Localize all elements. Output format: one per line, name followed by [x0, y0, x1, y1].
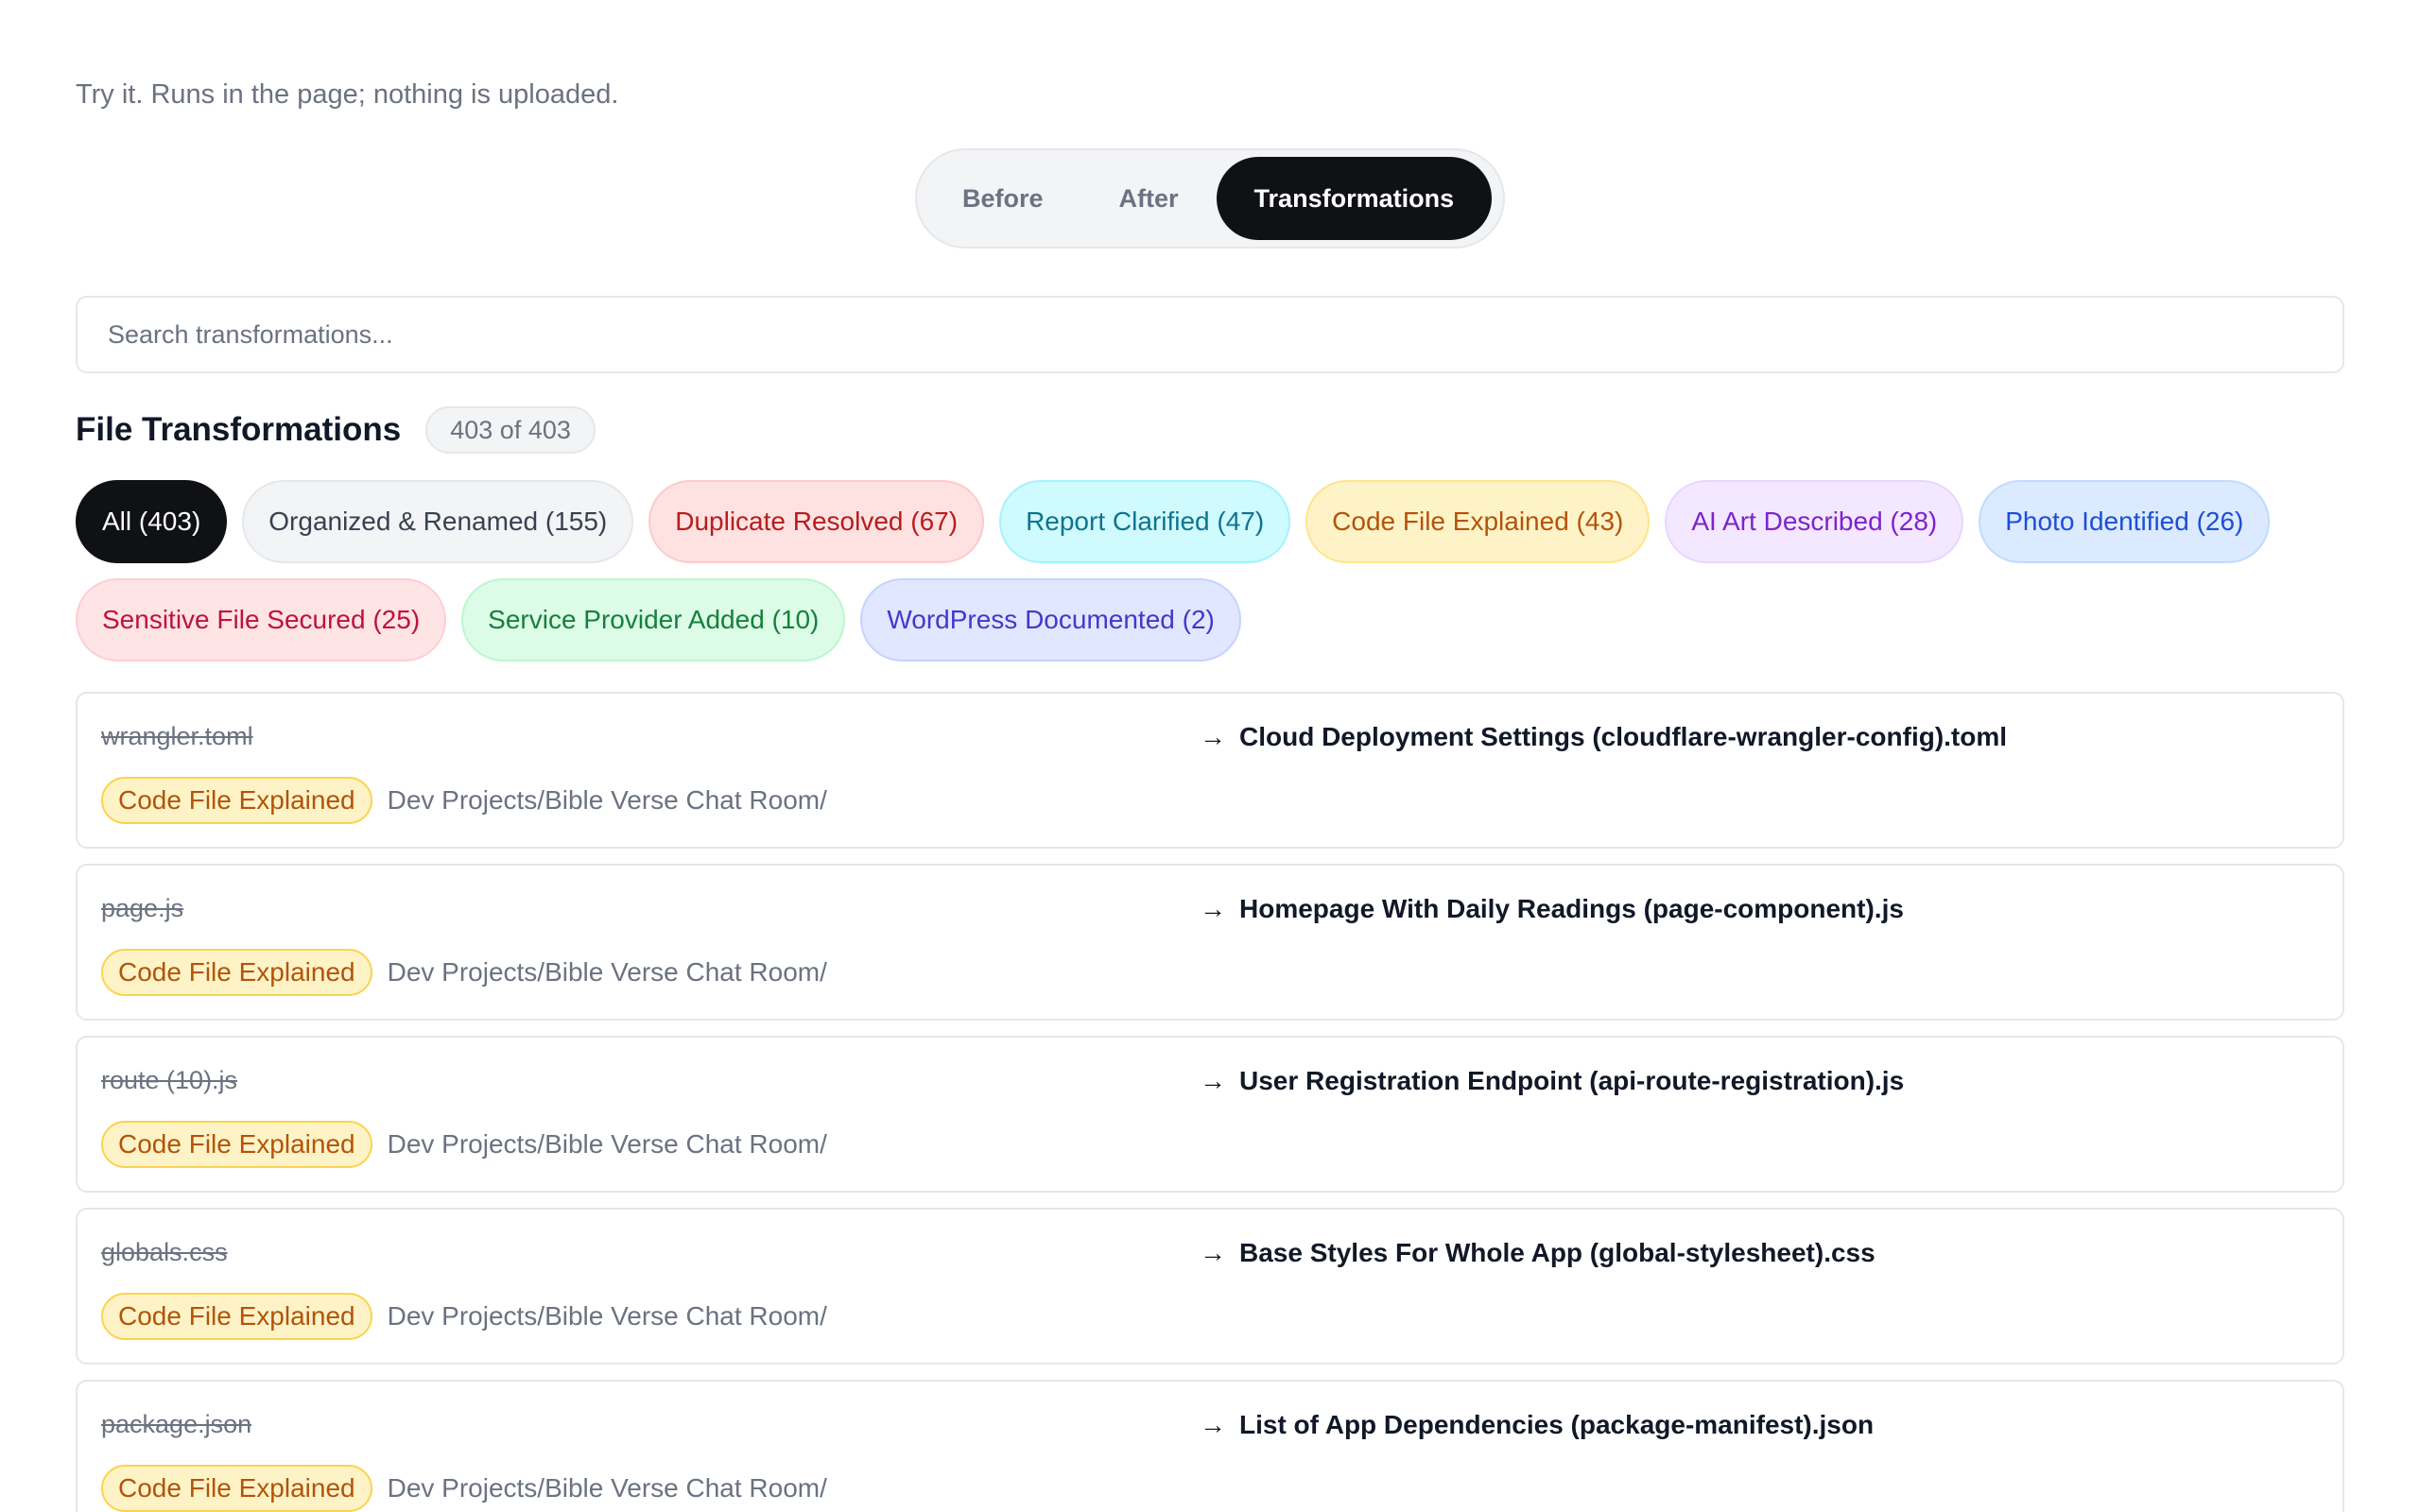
- new-filename-group: → Homepage With Daily Readings (page-comp…: [1200, 894, 1904, 924]
- tab-before[interactable]: Before: [925, 157, 1081, 240]
- arrow-right-icon: →: [1200, 1410, 1226, 1439]
- arrow-right-icon: →: [1200, 722, 1226, 751]
- filter-chip[interactable]: AI Art Described (28): [1665, 480, 1964, 563]
- tab-transformations[interactable]: Transformations: [1216, 157, 1493, 240]
- transformation-row[interactable]: package.json → List of App Dependencies (p…: [76, 1380, 2344, 1512]
- new-filename: List of App Dependencies (package-manife…: [1239, 1410, 1875, 1439]
- folder-path: Dev Projects/Bible Verse Chat Room/: [387, 785, 827, 815]
- new-filename-group: → User Registration Endpoint (api-route-r…: [1200, 1066, 1904, 1096]
- filter-chip[interactable]: WordPress Documented (2): [860, 578, 1241, 662]
- folder-path: Dev Projects/Bible Verse Chat Room/: [387, 957, 827, 987]
- row-meta: Code File Explained Dev Projects/Bible Ve…: [101, 1465, 827, 1512]
- row-meta: Code File Explained Dev Projects/Bible Ve…: [101, 949, 827, 996]
- section-title: File Transformations: [76, 411, 402, 448]
- row-meta: Code File Explained Dev Projects/Bible Ve…: [101, 1293, 827, 1340]
- filter-chip[interactable]: Organized & Renamed (155): [242, 480, 634, 563]
- original-filename: page.js: [101, 894, 184, 922]
- category-tag: Code File Explained: [101, 1293, 372, 1340]
- category-tag: Code File Explained: [101, 949, 372, 996]
- arrow-right-icon: →: [1200, 1238, 1226, 1267]
- original-filename: route (10).js: [101, 1066, 238, 1094]
- intro-text: Try it. Runs in the page; nothing is upl…: [76, 79, 619, 110]
- transformation-row[interactable]: page.js → Homepage With Daily Readings (pa…: [76, 864, 2344, 1021]
- filter-chip[interactable]: Report Clarified (47): [999, 480, 1291, 563]
- folder-path: Dev Projects/Bible Verse Chat Room/: [387, 1473, 827, 1503]
- filter-chip[interactable]: Code File Explained (43): [1305, 480, 1651, 563]
- count-badge: 403 of 403: [425, 406, 596, 454]
- new-filename-group: → List of App Dependencies (package-manif…: [1200, 1410, 1874, 1440]
- arrow-right-icon: →: [1200, 894, 1226, 923]
- new-filename-group: → Base Styles For Whole App (global-style…: [1200, 1238, 1876, 1268]
- original-filename: wrangler.toml: [101, 722, 253, 750]
- page: Try it. Runs in the page; nothing is upl…: [0, 0, 2420, 1512]
- filter-chip[interactable]: All (403): [76, 480, 228, 563]
- new-filename: Cloud Deployment Settings (cloudflare-wr…: [1239, 722, 2008, 751]
- transformation-row[interactable]: wrangler.toml → Cloud Deployment Settings …: [76, 692, 2344, 849]
- filter-chip[interactable]: Duplicate Resolved (67): [648, 480, 985, 563]
- new-filename: Base Styles For Whole App (global-styles…: [1239, 1238, 1876, 1267]
- search-input[interactable]: [108, 319, 2312, 350]
- section-header: File Transformations 403 of 403: [76, 406, 596, 454]
- folder-path: Dev Projects/Bible Verse Chat Room/: [387, 1301, 827, 1331]
- new-filename-group: → Cloud Deployment Settings (cloudflare-w…: [1200, 722, 2007, 752]
- filter-chip[interactable]: Photo Identified (26): [1979, 480, 2271, 563]
- tab-after[interactable]: After: [1081, 157, 1217, 240]
- arrow-right-icon: →: [1200, 1066, 1226, 1095]
- transformation-row[interactable]: globals.css → Base Styles For Whole App (g…: [76, 1208, 2344, 1365]
- category-tag: Code File Explained: [101, 777, 372, 824]
- filter-chips: All (403) Organized & Renamed (155) Duplic…: [76, 480, 2363, 662]
- transformation-list: wrangler.toml → Cloud Deployment Settings …: [76, 692, 2344, 1512]
- category-tag: Code File Explained: [101, 1121, 372, 1168]
- folder-path: Dev Projects/Bible Verse Chat Room/: [387, 1129, 827, 1159]
- search-box: [76, 296, 2344, 373]
- new-filename: User Registration Endpoint (api-route-re…: [1239, 1066, 1905, 1095]
- view-toggle: Before After Transformations: [915, 148, 1505, 249]
- category-tag: Code File Explained: [101, 1465, 372, 1512]
- filter-chip[interactable]: Service Provider Added (10): [461, 578, 846, 662]
- new-filename: Homepage With Daily Readings (page-compo…: [1239, 894, 1904, 923]
- original-filename: package.json: [101, 1410, 252, 1438]
- transformation-row[interactable]: route (10).js → User Registration Endpoint…: [76, 1036, 2344, 1193]
- filter-chip[interactable]: Sensitive File Secured (25): [76, 578, 447, 662]
- row-meta: Code File Explained Dev Projects/Bible Ve…: [101, 1121, 827, 1168]
- row-meta: Code File Explained Dev Projects/Bible Ve…: [101, 777, 827, 824]
- original-filename: globals.css: [101, 1238, 228, 1266]
